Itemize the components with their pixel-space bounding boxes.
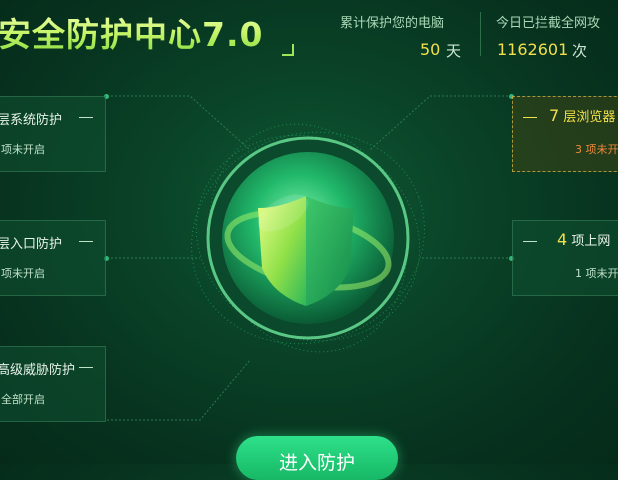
- days-unit: 天: [446, 40, 461, 61]
- blocked-attacks-value: 1162601: [497, 40, 568, 59]
- stat-divider: [480, 12, 481, 56]
- panel-title: 高级威胁防护: [0, 359, 75, 378]
- panel-status-count: 3: [575, 143, 582, 156]
- panel-dash: [523, 241, 537, 242]
- panel-status-text: 项未开: [586, 267, 618, 280]
- panel-title: 4 项上网: [557, 230, 610, 249]
- panel-status: 项未开启: [1, 265, 45, 281]
- system-protection-panel[interactable]: 层系统防护 项未开启: [0, 96, 106, 172]
- security-orb: [188, 118, 428, 358]
- entry-protection-panel[interactable]: 层入口防护 项未开启: [0, 220, 106, 296]
- page-title: 安全防护中心7.0: [0, 8, 263, 52]
- panel-dash: [79, 241, 93, 242]
- title-corner-decoration: [282, 44, 294, 56]
- panel-status: 3 项未开: [575, 141, 618, 157]
- blocked-unit: 次: [572, 40, 587, 61]
- browser-protection-panel[interactable]: 7 层浏览器 3 项未开: [512, 96, 618, 172]
- blocked-attacks-label: 今日已拦截全网攻: [496, 12, 600, 31]
- panel-title-text: 项上网: [571, 234, 610, 249]
- enter-protection-button[interactable]: 进入防护: [236, 436, 398, 480]
- days-protected-label: 累计保护您的电脑: [340, 12, 444, 31]
- panel-dash: [523, 117, 537, 118]
- panel-title: 层入口防护: [0, 233, 62, 252]
- internet-protection-panel[interactable]: 4 项上网 1 项未开: [512, 220, 618, 296]
- days-protected-value: 50: [420, 40, 440, 59]
- panel-title-text: 层浏览器: [563, 110, 615, 125]
- panel-status-text: 项未开: [586, 143, 618, 156]
- panel-count: 7: [549, 106, 559, 125]
- panel-dash: [79, 367, 93, 368]
- panel-status-count: 1: [575, 267, 582, 280]
- panel-count: 4: [557, 230, 567, 249]
- panel-status: 项未开启: [1, 141, 45, 157]
- panel-status: 全部开启: [1, 391, 45, 407]
- panel-status: 1 项未开: [575, 265, 618, 281]
- panel-title: 层系统防护: [0, 109, 62, 128]
- panel-dash: [79, 117, 93, 118]
- advanced-threat-panel[interactable]: 高级威胁防护 全部开启: [0, 346, 106, 422]
- panel-title: 7 层浏览器: [549, 106, 615, 125]
